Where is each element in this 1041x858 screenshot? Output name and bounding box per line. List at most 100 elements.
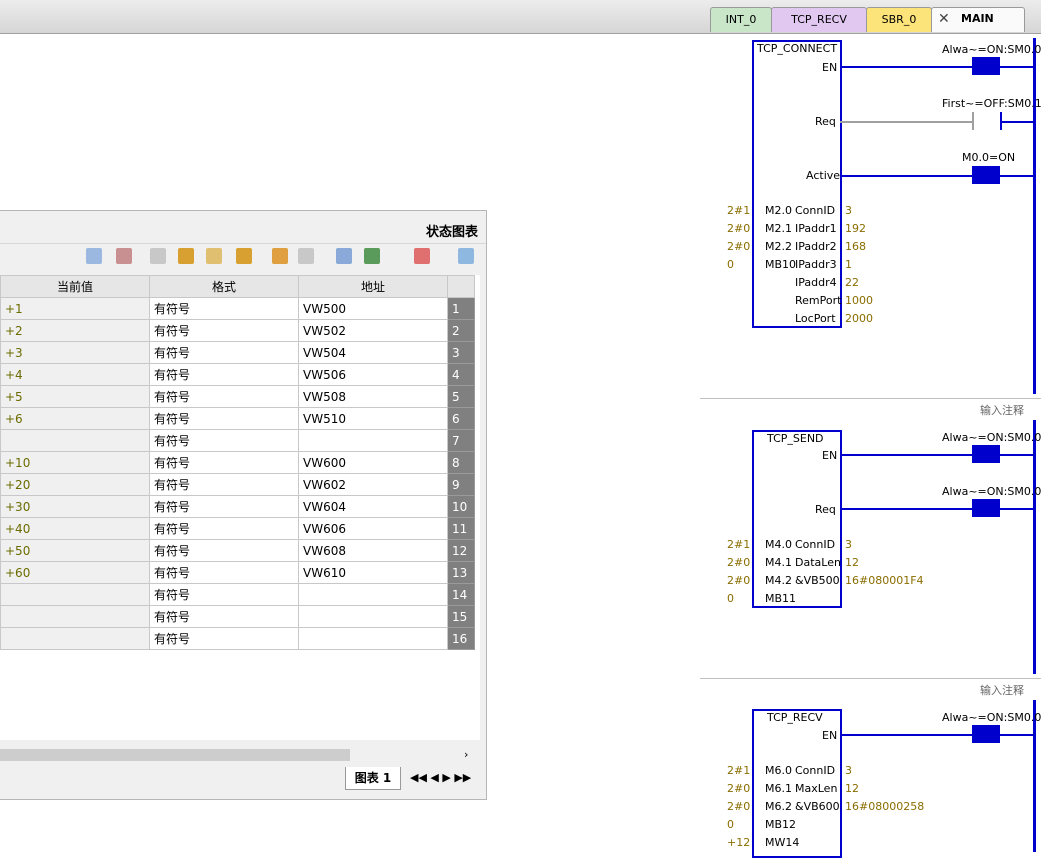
force-icon[interactable] (178, 248, 194, 264)
cell-address[interactable] (298, 583, 448, 606)
table-row[interactable]: +2 有符号 VW502 2 (0, 319, 475, 342)
scrollbar-thumb[interactable] (0, 749, 350, 761)
cell-format[interactable]: 有符号 (149, 583, 299, 606)
cell-current[interactable]: +50 (0, 539, 150, 562)
cell-address[interactable]: VW610 (298, 561, 448, 584)
tab-int-0[interactable]: INT_0 (710, 7, 772, 32)
cell-format[interactable]: 有符号 (149, 319, 299, 342)
sheet-tab-chart1[interactable]: 图表 1 (345, 767, 401, 790)
cell-format[interactable]: 有符号 (149, 363, 299, 386)
pencil-icon[interactable] (272, 248, 288, 264)
tag-icon[interactable] (86, 248, 102, 264)
table-row[interactable]: +50 有符号 VW608 12 (0, 539, 475, 562)
cell-format[interactable]: 有符号 (149, 385, 299, 408)
cell-address[interactable]: VW506 (298, 363, 448, 386)
pin-name: IPaddr3 (795, 258, 837, 271)
pin-output: MB10 (765, 258, 797, 271)
cell-format[interactable]: 有符号 (149, 517, 299, 540)
cell-current[interactable]: +2 (0, 319, 150, 342)
binoculars-icon[interactable] (298, 248, 314, 264)
chart-status-icon[interactable] (364, 248, 380, 264)
contact-sm0-0[interactable] (972, 57, 1000, 75)
lock-icon[interactable] (236, 248, 252, 264)
block-title: TCP_CONNECT (757, 42, 838, 55)
cell-format[interactable]: 有符号 (149, 561, 299, 584)
cell-current[interactable]: +40 (0, 517, 150, 540)
trend-icon[interactable] (116, 248, 132, 264)
contact-sm0-0[interactable] (972, 445, 1000, 463)
table-row[interactable]: +30 有符号 VW604 10 (0, 495, 475, 518)
table-row[interactable]: 有符号 15 (0, 605, 475, 628)
cell-address[interactable]: VW608 (298, 539, 448, 562)
cell-rownum: 15 (447, 605, 475, 628)
contact-sm0-1[interactable] (972, 112, 1002, 130)
table-row[interactable]: +3 有符号 VW504 3 (0, 341, 475, 364)
cell-address[interactable] (298, 429, 448, 452)
cell-address[interactable]: VW606 (298, 517, 448, 540)
table-row[interactable]: +4 有符号 VW506 4 (0, 363, 475, 386)
cell-format[interactable]: 有符号 (149, 407, 299, 430)
contact-label: Alwa~=ON:SM0.0 (942, 711, 1041, 724)
table-row[interactable]: 有符号 16 (0, 627, 475, 650)
contact-sm0-0[interactable] (972, 499, 1000, 517)
table-row[interactable]: 有符号 7 (0, 429, 475, 452)
cell-format[interactable]: 有符号 (149, 627, 299, 650)
cell-format[interactable]: 有符号 (149, 451, 299, 474)
cell-address[interactable]: VW602 (298, 473, 448, 496)
table-row[interactable]: +5 有符号 VW508 5 (0, 385, 475, 408)
cell-format[interactable]: 有符号 (149, 341, 299, 364)
tools-icon[interactable] (150, 248, 166, 264)
cell-rownum: 4 (447, 363, 475, 386)
cell-address[interactable] (298, 605, 448, 628)
tab-tcp-recv[interactable]: TCP_RECV (771, 7, 867, 32)
scroll-right-icon[interactable]: › (464, 748, 468, 761)
sheet-nav-icons[interactable]: ◀◀ ◀ ▶ ▶▶ (410, 771, 471, 784)
wire (840, 66, 1033, 68)
cell-current[interactable]: +6 (0, 407, 150, 430)
pin-name: ConnID (795, 204, 836, 217)
pin-name: LocPort (795, 312, 836, 325)
cell-current[interactable]: +30 (0, 495, 150, 518)
unlock-icon[interactable] (206, 248, 222, 264)
cell-address[interactable]: VW504 (298, 341, 448, 364)
add-icon[interactable] (458, 248, 474, 264)
cell-format[interactable]: 有符号 (149, 473, 299, 496)
cell-current[interactable]: +10 (0, 451, 150, 474)
cell-address[interactable]: VW510 (298, 407, 448, 430)
cell-address[interactable]: VW508 (298, 385, 448, 408)
tab-sbr-0[interactable]: SBR_0 (866, 7, 932, 32)
table-row[interactable]: +10 有符号 VW600 8 (0, 451, 475, 474)
cell-rownum: 7 (447, 429, 475, 452)
cell-format[interactable]: 有符号 (149, 297, 299, 320)
cell-address[interactable] (298, 627, 448, 650)
cell-address[interactable]: VW500 (298, 297, 448, 320)
cell-format[interactable]: 有符号 (149, 605, 299, 628)
contact-m0-0[interactable] (972, 166, 1000, 184)
cell-format[interactable]: 有符号 (149, 429, 299, 452)
contact-sm0-0[interactable] (972, 725, 1000, 743)
table-row[interactable]: +6 有符号 VW510 6 (0, 407, 475, 430)
delete-icon[interactable] (414, 248, 430, 264)
table-row[interactable]: +40 有符号 VW606 11 (0, 517, 475, 540)
cell-current[interactable] (0, 583, 150, 606)
cell-address[interactable]: VW604 (298, 495, 448, 518)
close-icon[interactable]: ✕ (938, 9, 952, 29)
table-row[interactable]: +60 有符号 VW610 13 (0, 561, 475, 584)
cell-current[interactable]: +4 (0, 363, 150, 386)
cell-current[interactable]: +20 (0, 473, 150, 496)
pause-icon[interactable] (336, 248, 352, 264)
cell-current[interactable]: +60 (0, 561, 150, 584)
cell-address[interactable]: VW502 (298, 319, 448, 342)
table-row[interactable]: 有符号 14 (0, 583, 475, 606)
cell-format[interactable]: 有符号 (149, 539, 299, 562)
cell-current[interactable]: +1 (0, 297, 150, 320)
cell-current[interactable]: +5 (0, 385, 150, 408)
cell-current[interactable] (0, 429, 150, 452)
cell-current[interactable]: +3 (0, 341, 150, 364)
table-row[interactable]: +1 有符号 VW500 1 (0, 297, 475, 320)
table-row[interactable]: +20 有符号 VW602 9 (0, 473, 475, 496)
cell-current[interactable] (0, 605, 150, 628)
cell-format[interactable]: 有符号 (149, 495, 299, 518)
cell-address[interactable]: VW600 (298, 451, 448, 474)
cell-current[interactable] (0, 627, 150, 650)
